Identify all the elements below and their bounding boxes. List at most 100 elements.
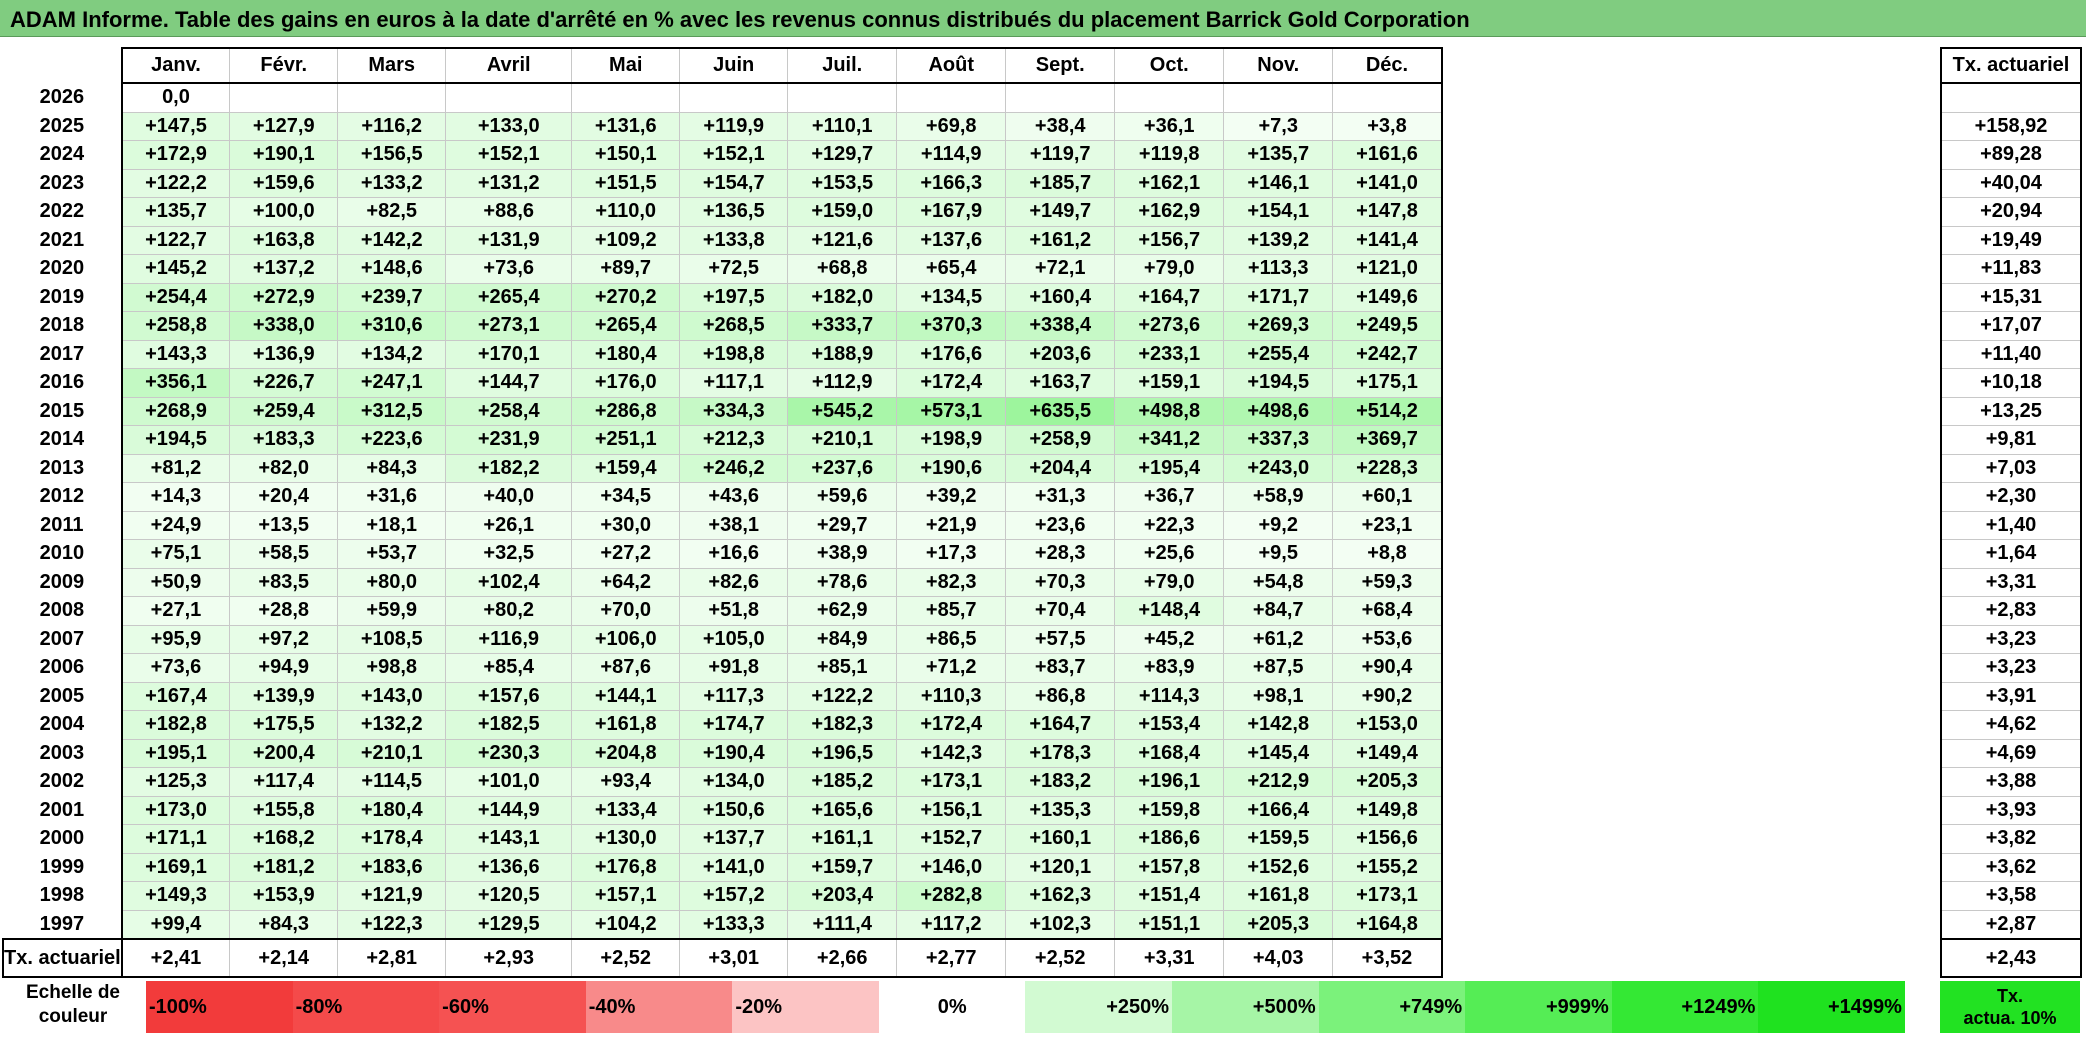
table-row: 2005 +167,4 +139,9 +143,0 +157,6 +144,1 +117,3… [3, 681, 1443, 711]
gain-cell: +102,3 [1005, 909, 1116, 940]
total-rate-cell: +3,52 [1332, 938, 1443, 978]
actuarial-rate-swatch: Tx. actua. 10% [1940, 981, 2080, 1033]
gain-cell: +176,6 [896, 339, 1007, 369]
gain-cell: +185,2 [787, 767, 898, 797]
month-header: Sept. [1005, 47, 1116, 84]
month-header: Mai [571, 47, 681, 84]
gain-cell: +160,4 [1005, 282, 1116, 312]
gain-cell: +149,8 [1332, 795, 1443, 825]
gain-cell: +110,3 [896, 681, 1007, 711]
month-header: Oct. [1114, 47, 1225, 84]
gain-cell: +249,5 [1332, 311, 1443, 341]
gain-cell: +151,5 [571, 168, 681, 198]
table-row: 2001 +173,0 +155,8 +180,4 +144,9 +133,4 +150,6… [3, 795, 1443, 825]
gain-cell: +270,2 [571, 282, 681, 312]
gain-cell: +147,5 [121, 111, 231, 141]
gain-cell: +282,8 [896, 881, 1007, 911]
gain-cell: +113,3 [1223, 254, 1334, 284]
total-rate-cell: +2,41 [121, 938, 231, 978]
gain-cell: +142,3 [896, 738, 1007, 768]
gain-cell: +84,9 [787, 624, 898, 654]
gain-cell: +163,7 [1005, 368, 1116, 398]
year-label: 2015 [3, 397, 123, 426]
gain-cell: +86,8 [1005, 681, 1116, 711]
annual-rate-cell: +1,64 [1940, 539, 2082, 569]
gain-cell: +337,3 [1223, 425, 1334, 455]
year-label: 2020 [3, 254, 123, 283]
gain-cell: +85,7 [896, 596, 1007, 626]
gain-cell: +154,7 [679, 168, 789, 198]
gain-cell: +18,1 [337, 510, 447, 540]
gain-cell: +110,0 [571, 197, 681, 227]
color-scale-swatch: +1499% [1758, 981, 1905, 1033]
gain-cell: +30,0 [571, 510, 681, 540]
table-row: 2009 +50,9 +83,5 +80,0 +102,4 +64,2 +82,6 +78,6… [3, 567, 1443, 597]
gain-cell: +143,3 [121, 339, 231, 369]
gain-cell: +161,2 [1005, 225, 1116, 255]
gain-cell: +370,3 [896, 311, 1007, 341]
annual-rate-cell: +3,62 [1940, 852, 2082, 882]
gain-cell: +166,3 [896, 168, 1007, 198]
gain-cell: +114,3 [1114, 681, 1225, 711]
gain-cell [896, 82, 1007, 113]
table-row: 2025 +147,5 +127,9 +116,2 +133,0 +131,6 +119,9… [3, 111, 1443, 141]
annual-rate-table: Tx. actuariel +158,92 +89,28 +40,04 +20,94 +1… [1940, 47, 2082, 978]
gain-cell: +369,7 [1332, 425, 1443, 455]
gain-cell: +210,1 [337, 738, 447, 768]
gain-cell: +183,3 [229, 425, 339, 455]
gain-cell: +58,9 [1223, 482, 1334, 512]
gain-cell: +116,9 [445, 624, 573, 654]
gain-cell: +142,2 [337, 225, 447, 255]
gain-cell: +81,2 [121, 453, 231, 483]
table-row: 2016 +356,1 +226,7 +247,1 +144,7 +176,0 +117,1… [3, 368, 1443, 398]
gain-cell: +268,9 [121, 396, 231, 426]
color-scale-swatch: -40% [585, 981, 733, 1033]
gain-cell: +161,6 [1332, 140, 1443, 170]
year-label: 1998 [3, 881, 123, 910]
gain-cell: +122,3 [337, 909, 447, 940]
gain-cell [1005, 82, 1116, 113]
gain-cell: +117,4 [229, 767, 339, 797]
gain-cell: +98,8 [337, 653, 447, 683]
gain-cell: +133,2 [337, 168, 447, 198]
color-scale-swatch: -80% [292, 981, 440, 1033]
annual-rate-cell: +2,87 [1940, 909, 2082, 940]
gain-cell: +149,4 [1332, 738, 1443, 768]
gain-cell: +162,1 [1114, 168, 1225, 198]
gain-cell: +157,6 [445, 681, 573, 711]
annual-rate-header: Tx. actuariel [1940, 47, 2082, 84]
total-rate-cell: +2,77 [896, 938, 1007, 978]
color-scale-swatch: +500% [1172, 981, 1319, 1033]
gain-cell: +111,4 [787, 909, 898, 940]
gain-cell: +28,8 [229, 596, 339, 626]
gain-cell: +195,1 [121, 738, 231, 768]
actuarial-swatch-line2: actua. 10% [1963, 1008, 2057, 1028]
annual-rate-cell: +3,91 [1940, 681, 2082, 711]
gain-cell: +141,0 [1332, 168, 1443, 198]
gain-cell: +80,2 [445, 596, 573, 626]
gain-cell: +135,3 [1005, 795, 1116, 825]
gain-cell: +7,3 [1223, 111, 1334, 141]
year-label: 2007 [3, 625, 123, 654]
table-row: 2006 +73,6 +94,9 +98,8 +85,4 +87,6 +91,8 +85,1 +… [3, 653, 1443, 683]
gain-cell: +120,5 [445, 881, 573, 911]
annual-rate-cell: +4,62 [1940, 710, 2082, 740]
color-scale-label: Echelle de couleur [2, 981, 144, 1033]
year-label: 2023 [3, 169, 123, 198]
gain-cell: +204,4 [1005, 453, 1116, 483]
gain-cell: +94,9 [229, 653, 339, 683]
gain-cell [571, 82, 681, 113]
gain-cell: +154,1 [1223, 197, 1334, 227]
gain-cell: +16,6 [679, 539, 789, 569]
gain-cell: +36,7 [1114, 482, 1225, 512]
annual-rate-cell: +1,40 [1940, 510, 2082, 540]
month-header: Déc. [1332, 47, 1443, 84]
gain-cell: +190,4 [679, 738, 789, 768]
annual-rate-cell: +17,07 [1940, 311, 2082, 341]
gain-cell: +121,9 [337, 881, 447, 911]
table-row: 2003 +195,1 +200,4 +210,1 +230,3 +204,8 +190,4… [3, 738, 1443, 768]
gain-cell: +59,6 [787, 482, 898, 512]
gain-cell: +121,6 [787, 225, 898, 255]
gain-cell: +64,2 [571, 567, 681, 597]
year-label: 2011 [3, 511, 123, 540]
